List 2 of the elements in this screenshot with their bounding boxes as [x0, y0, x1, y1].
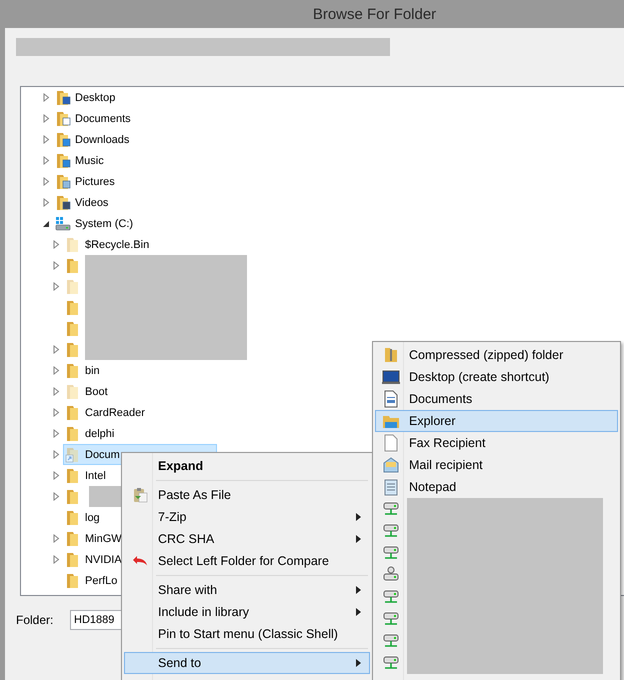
window-title: Browse For Folder: [312, 6, 436, 22]
folder-label: Folder:: [16, 613, 54, 627]
